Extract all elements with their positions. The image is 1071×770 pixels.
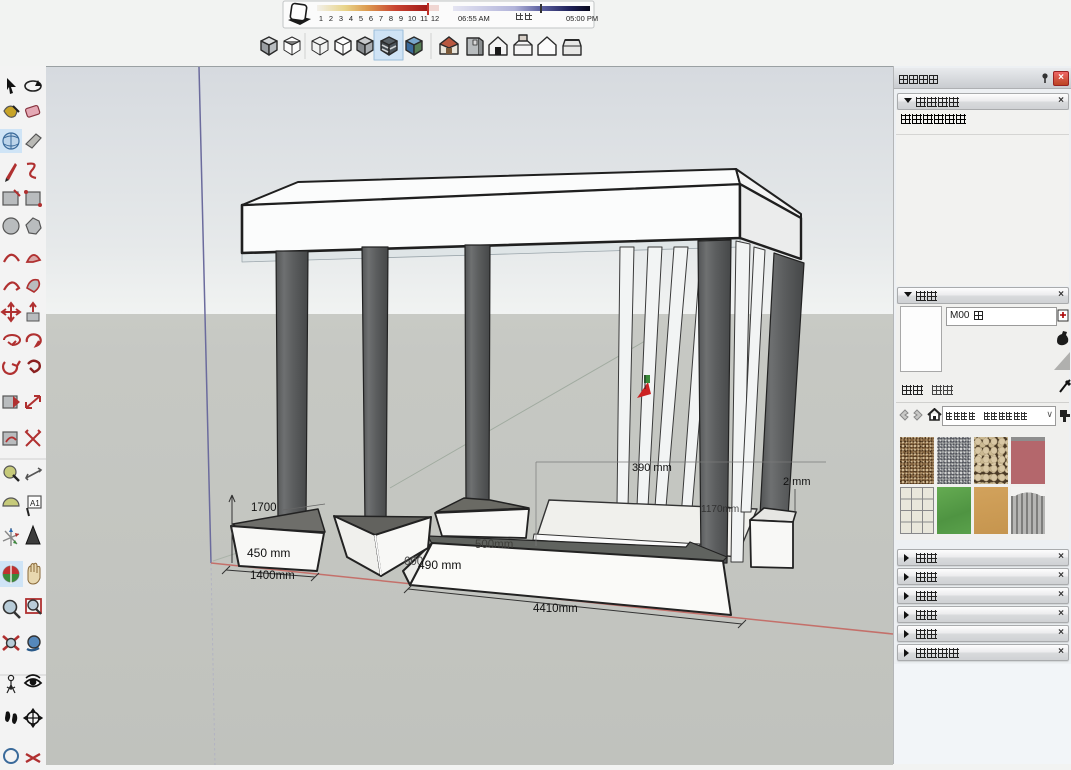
- svg-text:500mm: 500mm: [475, 539, 513, 551]
- svg-text:390 mm: 390 mm: [632, 462, 672, 474]
- svg-text:A1: A1: [30, 499, 40, 508]
- svg-text:2 mm: 2 mm: [783, 476, 811, 488]
- svg-text:1400mm: 1400mm: [250, 570, 295, 582]
- svg-text:1700: 1700: [251, 502, 277, 514]
- svg-text:450 mm: 450 mm: [247, 546, 290, 560]
- svg-text:1170mm: 1170mm: [701, 504, 739, 515]
- svg-text:4410mm: 4410mm: [533, 603, 578, 615]
- svg-text:490 mm: 490 mm: [418, 558, 461, 572]
